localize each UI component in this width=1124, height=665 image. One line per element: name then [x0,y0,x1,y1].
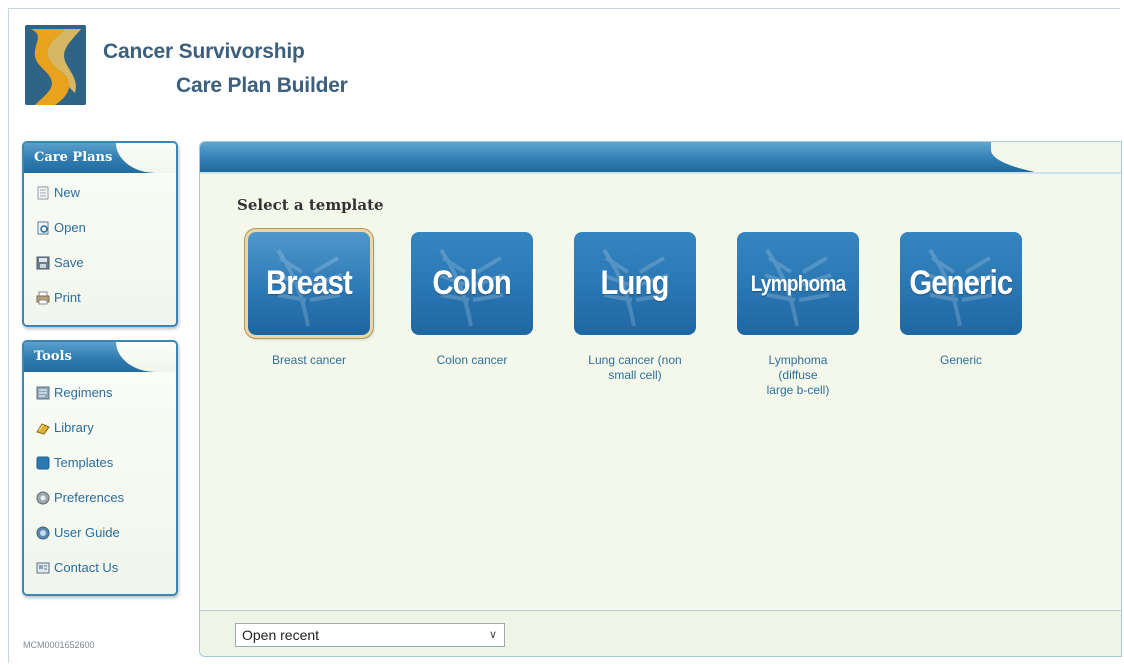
template-selection-panel: Select a template Breast Breast cancer C… [199,141,1122,657]
templates-icon [36,456,50,470]
chevron-down-icon: ∨ [488,629,497,641]
section-title: Select a template [237,196,384,214]
template-breast-caption[interactable]: Breast cancer [247,353,371,368]
preferences-label: Preferences [54,490,125,505]
print-icon [36,291,50,305]
template-generic-text: Generic [909,264,1014,302]
template-colon-caption[interactable]: Colon cancer [410,353,534,368]
open-care-plan-button[interactable]: Open [24,210,176,245]
template-breast-tile[interactable]: Breast [248,232,370,335]
template-lymphoma-caption[interactable]: Lymphoma (diffuse large b-cell) [736,353,860,398]
library-label: Library [54,420,94,435]
save-icon [36,256,50,270]
templates-label: Templates [54,455,114,470]
care-plans-panel: Care Plans New Open Save Print [22,141,178,327]
template-breast: Breast Breast cancer [247,232,377,368]
new-care-plan-button[interactable]: New [24,175,176,210]
print-label: Print [54,290,81,305]
new-document-icon [36,186,50,200]
regimens-icon [36,386,50,400]
care-plans-title: Care Plans [34,150,113,165]
templates-button[interactable]: Templates [24,445,176,480]
contact-us-icon [36,561,50,575]
care-plans-header: Care Plans [24,143,176,173]
app-title-line-1: Cancer Survivorship [103,40,305,63]
build-id: MCM0001652600 [23,640,95,650]
template-lung-tile[interactable]: Lung [574,232,696,335]
tools-title: Tools [34,349,72,364]
preferences-button[interactable]: Preferences [24,480,176,515]
template-colon-text: Colon [432,264,512,302]
template-lung-caption[interactable]: Lung cancer (non small cell) [573,353,697,383]
template-lung-text: Lung [600,264,670,302]
contact-us-label: Contact Us [54,560,119,575]
template-lung: Lung Lung cancer (non small cell) [573,232,703,383]
template-lymphoma-text: Lymphoma [750,270,846,296]
library-button[interactable]: Library [24,410,176,445]
user-guide-icon [36,526,50,540]
app-title-line-2: Care Plan Builder [176,74,348,97]
open-recent-dropdown[interactable]: Open recent ∨ [235,623,505,647]
template-generic-tile[interactable]: Generic [900,232,1022,335]
template-lymphoma: Lymphoma Lymphoma (diffuse large b-cell) [736,232,866,398]
template-colon-tile[interactable]: Colon [411,232,533,335]
contact-us-button[interactable]: Contact Us [24,550,176,585]
panel-header-divider [200,172,1121,174]
open-label: Open [54,220,86,235]
template-lymphoma-tile[interactable]: Lymphoma [737,232,859,335]
regimens-label: Regimens [54,385,113,400]
panel-header-band [200,142,1121,182]
open-recent-value: Open recent [242,627,320,643]
new-label: New [54,185,81,200]
save-label: Save [54,255,84,270]
library-icon [36,421,50,435]
template-generic: Generic Generic [899,232,1029,368]
template-generic-caption[interactable]: Generic [899,353,1023,368]
tools-header: Tools [24,342,176,372]
ribbon-path-logo [25,25,86,105]
save-care-plan-button[interactable]: Save [24,245,176,280]
tools-panel: Tools Regimens Library Templates Prefere… [22,340,178,596]
template-colon: Colon Colon cancer [410,232,540,368]
template-breast-text: Breast [266,264,353,302]
preferences-icon [36,491,50,505]
print-care-plan-button[interactable]: Print [24,280,176,315]
open-document-icon [36,221,50,235]
user-guide-button[interactable]: User Guide [24,515,176,550]
user-guide-label: User Guide [54,525,120,540]
regimens-button[interactable]: Regimens [24,375,176,410]
